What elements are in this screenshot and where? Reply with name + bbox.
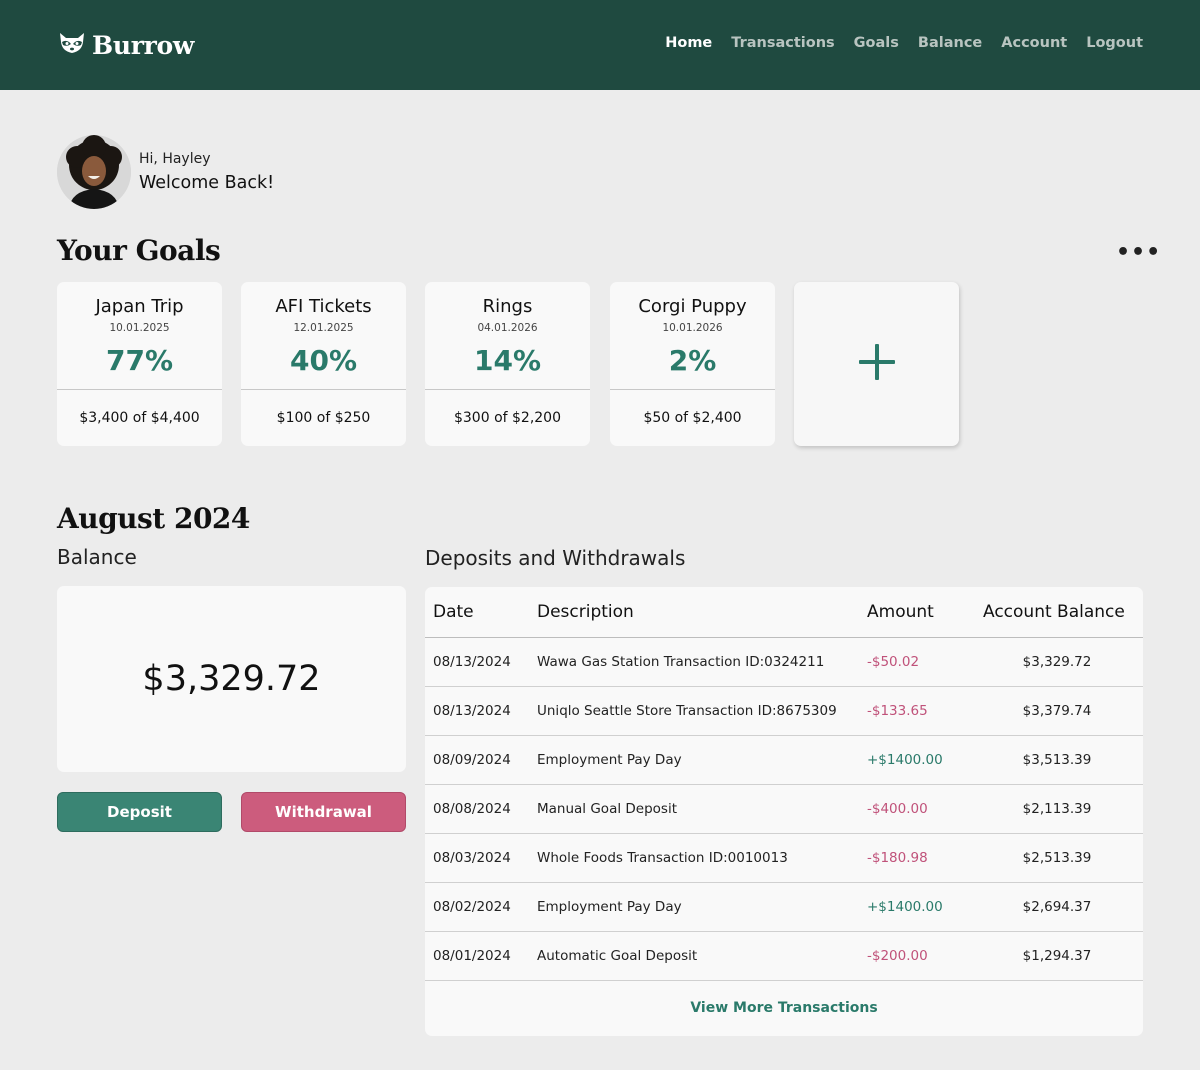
cell-description: Whole Foods Transaction ID:0010013 <box>537 850 788 866</box>
main-nav: Home Transactions Goals Balance Account … <box>665 35 1143 51</box>
goal-name: Rings <box>482 296 533 317</box>
table-row[interactable]: 08/13/2024 Uniqlo Seattle Store Transact… <box>425 687 1143 736</box>
column-header-description[interactable]: Description <box>537 602 634 622</box>
cell-balance: $2,113.39 <box>1022 801 1092 817</box>
cell-description: Uniqlo Seattle Store Transaction ID:8675… <box>537 703 837 719</box>
cell-amount: -$200.00 <box>867 948 928 964</box>
divider <box>610 389 775 390</box>
cell-balance: $2,694.37 <box>1022 899 1092 915</box>
goal-percent: 40% <box>289 344 358 377</box>
cell-date: 08/03/2024 <box>433 850 511 866</box>
balance-value: $3,329.72 <box>142 659 321 699</box>
table-row[interactable]: 08/09/2024 Employment Pay Day +$1400.00 … <box>425 736 1143 785</box>
column-header-amount[interactable]: Amount <box>867 602 934 622</box>
nav-goals[interactable]: Goals <box>854 35 899 51</box>
goal-amount: $300 of $2,200 <box>453 410 561 426</box>
cell-balance: $3,329.72 <box>1022 654 1092 670</box>
goal-card-afi-tickets[interactable]: AFI Tickets 12.01.2025 40% $100 of $250 <box>241 282 406 446</box>
goal-percent: 14% <box>473 344 542 377</box>
goal-date: 10.01.2026 <box>662 322 723 334</box>
column-header-account-balance[interactable]: Account Balance <box>983 602 1125 622</box>
table-row[interactable]: 08/01/2024 Automatic Goal Deposit -$200.… <box>425 932 1143 981</box>
cell-description: Employment Pay Day <box>537 752 682 768</box>
cell-balance: $3,513.39 <box>1022 752 1092 768</box>
table-row[interactable]: 08/08/2024 Manual Goal Deposit -$400.00 … <box>425 785 1143 834</box>
cell-amount: -$180.98 <box>867 850 928 866</box>
column-header-date[interactable]: Date <box>433 602 474 622</box>
avatar[interactable] <box>57 135 131 209</box>
goal-date: 10.01.2025 <box>109 322 170 334</box>
cell-description: Automatic Goal Deposit <box>537 948 698 964</box>
cell-date: 08/09/2024 <box>433 752 511 768</box>
goal-date: 04.01.2026 <box>477 322 538 334</box>
cell-date: 08/08/2024 <box>433 801 511 817</box>
brand-logo[interactable]: Burrow <box>57 30 194 60</box>
goal-amount: $3,400 of $4,400 <box>79 410 200 426</box>
divider <box>57 389 222 390</box>
table-row[interactable]: 08/03/2024 Whole Foods Transaction ID:00… <box>425 834 1143 883</box>
goal-percent: 77% <box>105 344 174 377</box>
add-goal-button[interactable] <box>794 282 959 446</box>
plus-icon <box>858 343 896 385</box>
goal-percent: 2% <box>668 344 717 377</box>
transactions-table: Date Description Amount Account Balance … <box>425 587 1143 1036</box>
goals-heading: Your Goals <box>57 234 221 267</box>
nav-balance[interactable]: Balance <box>918 35 982 51</box>
cell-date: 08/13/2024 <box>433 703 511 719</box>
goal-name: AFI Tickets <box>275 296 372 317</box>
cell-description: Employment Pay Day <box>537 899 682 915</box>
cell-date: 08/01/2024 <box>433 948 511 964</box>
cell-description: Manual Goal Deposit <box>537 801 677 817</box>
balance-card: $3,329.72 <box>57 586 406 772</box>
nav-home[interactable]: Home <box>665 35 712 51</box>
month-heading: August 2024 <box>57 502 250 535</box>
welcome-text: Welcome Back! <box>139 173 275 193</box>
table-header: Date Description Amount Account Balance <box>425 587 1143 638</box>
goal-date: 12.01.2025 <box>293 322 354 334</box>
goal-amount: $50 of $2,400 <box>643 410 742 426</box>
divider <box>241 389 406 390</box>
goal-name: Corgi Puppy <box>638 296 747 317</box>
balance-label: Balance <box>57 545 137 569</box>
cell-date: 08/02/2024 <box>433 899 511 915</box>
ellipsis-icon[interactable]: ••• <box>1116 240 1161 265</box>
cell-balance: $2,513.39 <box>1022 850 1092 866</box>
nav-account[interactable]: Account <box>1001 35 1067 51</box>
table-row[interactable]: 08/02/2024 Employment Pay Day +$1400.00 … <box>425 883 1143 932</box>
withdrawal-button[interactable]: Withdrawal <box>241 792 406 832</box>
goal-amount: $100 of $250 <box>276 410 371 426</box>
goal-card-rings[interactable]: Rings 04.01.2026 14% $300 of $2,200 <box>425 282 590 446</box>
nav-logout[interactable]: Logout <box>1086 35 1143 51</box>
deposit-button[interactable]: Deposit <box>57 792 222 832</box>
view-more-transactions-link[interactable]: View More Transactions <box>425 1000 1143 1016</box>
divider <box>425 389 590 390</box>
goal-card-corgi-puppy[interactable]: Corgi Puppy 10.01.2026 2% $50 of $2,400 <box>610 282 775 446</box>
cell-date: 08/13/2024 <box>433 654 511 670</box>
raccoon-icon <box>57 30 87 60</box>
nav-transactions[interactable]: Transactions <box>731 35 834 51</box>
brand-name: Burrow <box>92 30 195 60</box>
transactions-heading: Deposits and Withdrawals <box>425 546 686 570</box>
cell-amount: -$133.65 <box>867 703 928 719</box>
greeting-text: Hi, Hayley <box>139 151 211 167</box>
cell-amount: -$50.02 <box>867 654 920 670</box>
cell-balance: $3,379.74 <box>1022 703 1092 719</box>
cell-balance: $1,294.37 <box>1022 948 1092 964</box>
cell-amount: -$400.00 <box>867 801 928 817</box>
cell-amount: +$1400.00 <box>867 752 943 768</box>
top-navigation-bar: Burrow Home Transactions Goals Balance A… <box>0 0 1200 90</box>
cell-amount: +$1400.00 <box>867 899 943 915</box>
goal-name: Japan Trip <box>95 296 184 317</box>
goal-card-japan-trip[interactable]: Japan Trip 10.01.2025 77% $3,400 of $4,4… <box>57 282 222 446</box>
table-row[interactable]: 08/13/2024 Wawa Gas Station Transaction … <box>425 638 1143 687</box>
cell-description: Wawa Gas Station Transaction ID:0324211 <box>537 654 825 670</box>
